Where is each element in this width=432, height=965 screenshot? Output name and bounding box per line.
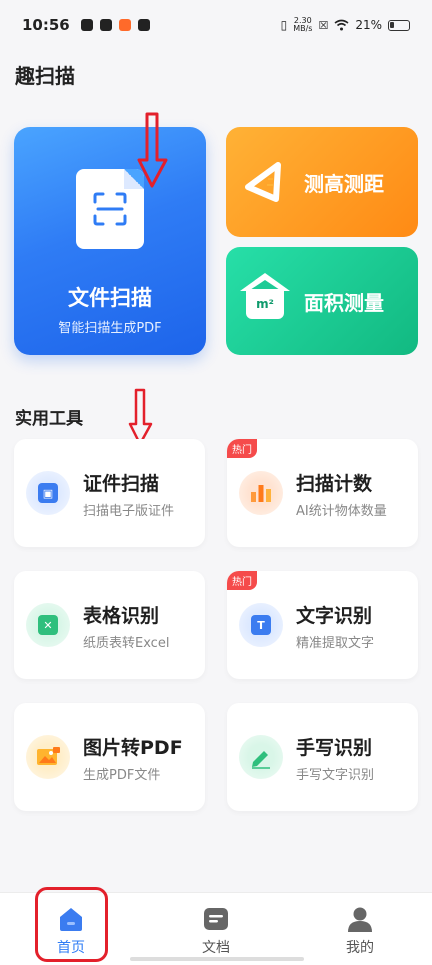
m2-house-icon: m² [226, 269, 304, 329]
video-notification-icon [137, 19, 150, 31]
wifi-icon [334, 19, 349, 31]
file-scan-card[interactable]: 文件扫描 智能扫描生成PDF [14, 127, 206, 355]
document-icon [204, 908, 228, 930]
battery-percent: 21% [355, 18, 382, 32]
tool-title: 图片转PDF [83, 737, 183, 759]
nav-docs[interactable]: 文档 [161, 893, 271, 965]
vibrate-icon: ▯ [280, 18, 288, 32]
measure-distance-title: 测高测距 [304, 171, 384, 196]
tool-title: 表格识别 [83, 605, 160, 627]
pen-glyph [252, 751, 270, 769]
app-notification-icon [80, 19, 93, 31]
user-icon [348, 907, 372, 932]
tool-subtitle: 生成PDF文件 [83, 768, 161, 783]
tool-subtitle: 扫描电子版证件 [83, 504, 175, 519]
tool-image-to-pdf[interactable]: 图片转PDF 生成PDF文件 [14, 703, 205, 811]
id-card-glyph: ▣ [38, 483, 58, 503]
scan-frame-icon [93, 192, 127, 226]
tools-section-title: 实用工具 [15, 409, 83, 429]
text-doc-glyph: T [251, 615, 271, 635]
nav-mine-label: 我的 [346, 940, 374, 956]
tool-title: 扫描计数 [296, 473, 373, 495]
image-pdf-icon [26, 735, 70, 779]
tool-subtitle: 手写文字识别 [296, 768, 375, 783]
id-card-icon: ▣ [26, 471, 70, 515]
tool-subtitle: AI统计物体数量 [296, 504, 387, 519]
status-bar: 10:56 ▯ 2.30 MB/s ☒ 21% [0, 0, 432, 50]
text-doc-icon: T [239, 603, 283, 647]
image-pdf-glyph [37, 747, 60, 765]
net-speed: 2.30 MB/s [293, 17, 312, 33]
mail-notification-icon [99, 19, 112, 31]
tool-text-ocr[interactable]: 热门 T 文字识别 精准提取文字 [227, 571, 418, 679]
status-right: ▯ 2.30 MB/s ☒ 21% [281, 17, 410, 33]
excel-glyph: ✕ [38, 615, 58, 635]
nav-mine[interactable]: 我的 [305, 893, 415, 965]
tool-scan-count[interactable]: 热门 扫描计数 AI统计物体数量 [227, 439, 418, 547]
excel-icon: ✕ [26, 603, 70, 647]
tool-title: 手写识别 [296, 737, 373, 759]
bar-chart-icon [239, 471, 283, 515]
status-time: 10:56 [22, 16, 70, 34]
measure-distance-card[interactable]: 测高测距 [226, 127, 418, 237]
file-scan-title: 文件扫描 [68, 286, 152, 310]
pen-icon [239, 735, 283, 779]
annotation-highlight-box [35, 887, 108, 962]
no-sim-icon: ☒ [318, 18, 329, 32]
area-measure-card[interactable]: m² 面积测量 [226, 247, 418, 355]
tool-title: 文字识别 [296, 605, 373, 627]
tool-id-scan[interactable]: ▣ 证件扫描 扫描电子版证件 [14, 439, 205, 547]
document-scan-icon [76, 169, 144, 249]
status-left: 10:56 [22, 16, 150, 34]
tool-title: 证件扫描 [83, 473, 160, 495]
annotation-arrow-top [137, 112, 168, 188]
tool-table-ocr[interactable]: ✕ 表格识别 纸质表转Excel [14, 571, 205, 679]
m2-label: m² [246, 289, 284, 319]
tool-subtitle: 纸质表转Excel [83, 636, 170, 651]
file-scan-subtitle: 智能扫描生成PDF [58, 321, 162, 336]
hot-badge: 热门 [227, 571, 257, 590]
shop-notification-icon [118, 19, 131, 31]
area-measure-title: 面积测量 [304, 290, 384, 315]
tool-subtitle: 精准提取文字 [296, 636, 375, 651]
battery-icon [388, 19, 410, 31]
nav-docs-label: 文档 [202, 940, 230, 956]
net-speed-unit: MB/s [293, 24, 313, 33]
tool-handwriting-ocr[interactable]: 手写识别 手写文字识别 [227, 703, 418, 811]
bar-chart-glyph [251, 485, 271, 502]
home-indicator [130, 957, 304, 961]
hot-badge: 热门 [227, 439, 257, 458]
page-title: 趣扫描 [15, 64, 75, 88]
ruler-triangle-icon [245, 162, 281, 202]
